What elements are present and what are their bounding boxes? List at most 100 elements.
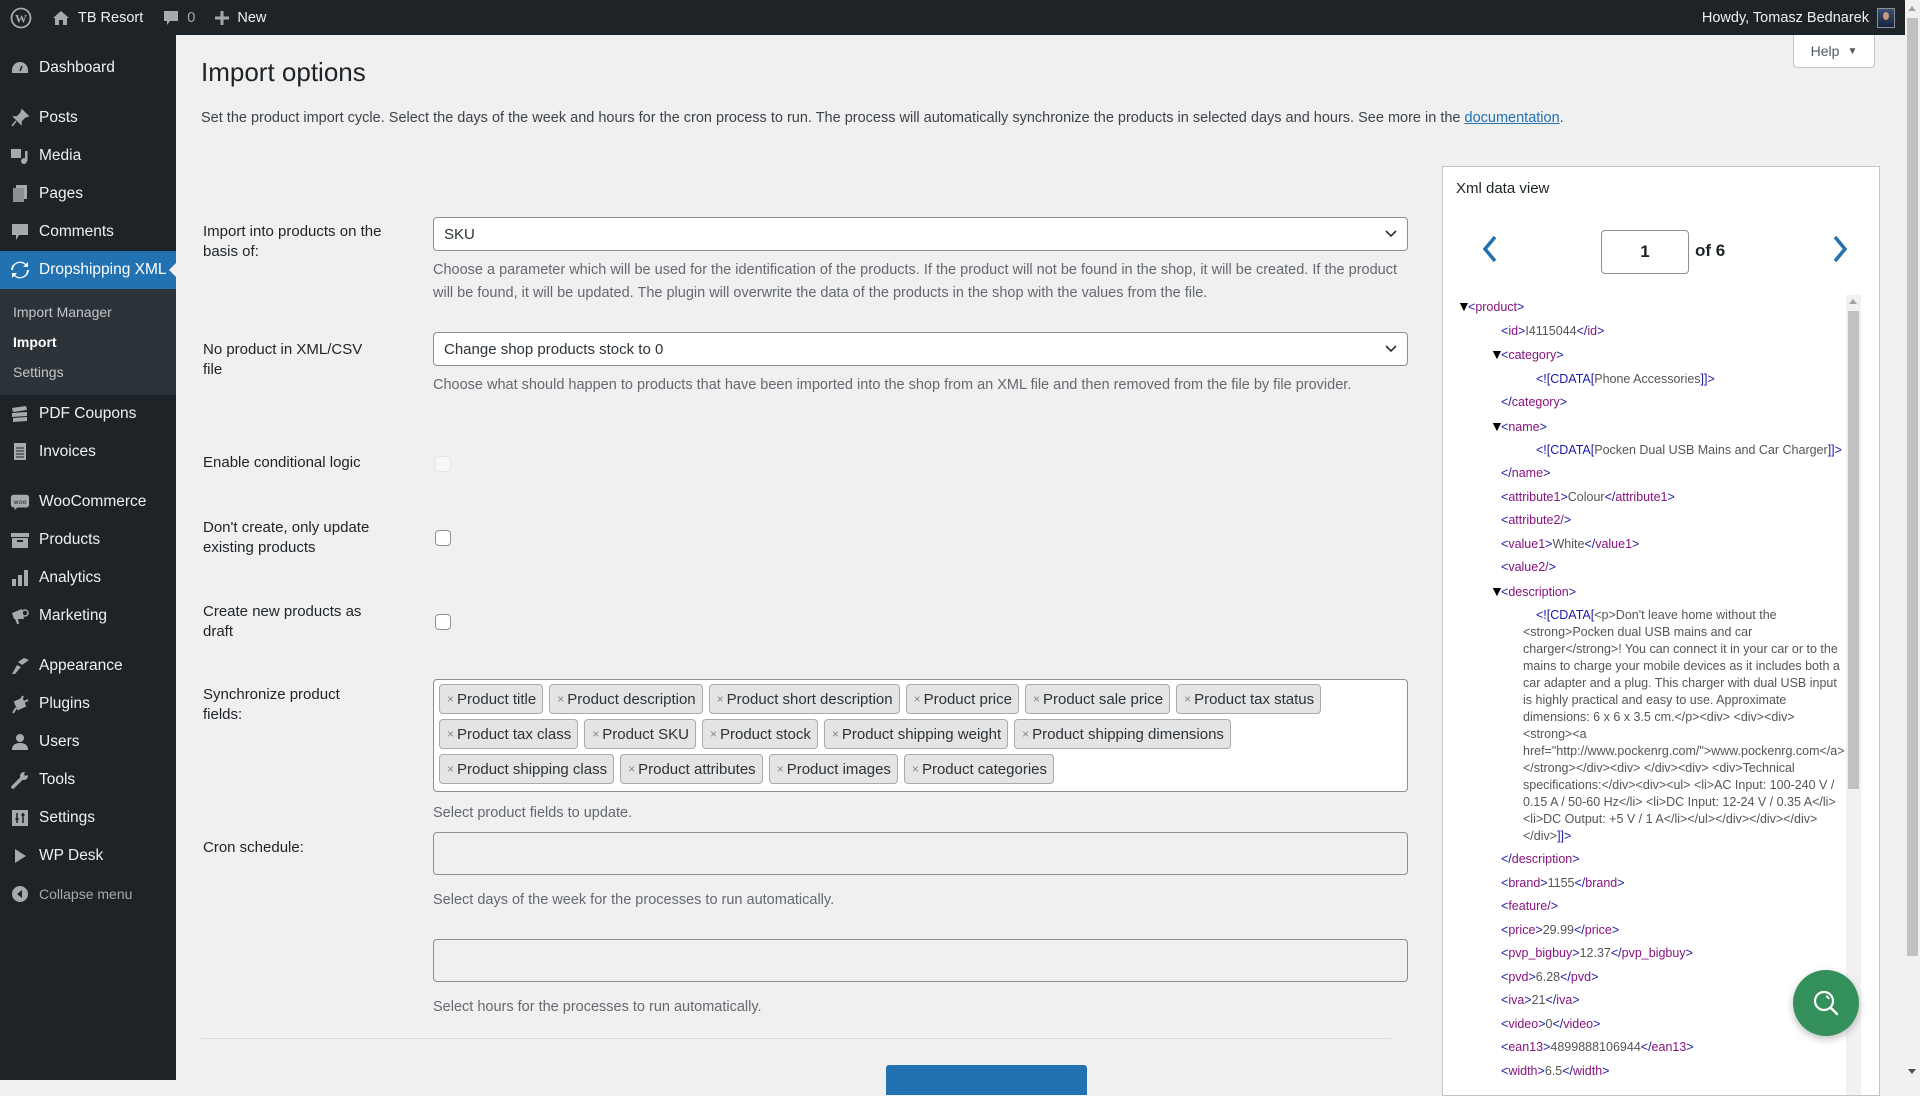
remove-tag-icon[interactable]: × bbox=[914, 692, 921, 706]
sidebar-item-woocommerce[interactable]: woo WooCommerce bbox=[0, 483, 176, 521]
selected-field-tag[interactable]: × Product attributes bbox=[620, 754, 763, 784]
selected-field-tag[interactable]: × Product shipping dimensions bbox=[1014, 719, 1231, 749]
no-product-description: Choose what should happen to products th… bbox=[433, 377, 1352, 393]
expand-triangle-icon[interactable]: ▼ bbox=[1490, 580, 1504, 604]
cron-hours-input[interactable] bbox=[433, 939, 1408, 982]
remove-tag-icon[interactable]: × bbox=[717, 692, 724, 706]
selected-field-tag[interactable]: × Product shipping weight bbox=[823, 719, 1009, 749]
sidebar-item-pages[interactable]: Pages bbox=[0, 175, 176, 213]
brush-icon bbox=[10, 656, 30, 676]
xml-node-brand: <brand>1155</brand> bbox=[1501, 875, 1625, 890]
sidebar-item-wp-desk[interactable]: WP Desk bbox=[0, 837, 176, 875]
sidebar-item-analytics[interactable]: Analytics bbox=[0, 559, 176, 597]
sidebar-item-appearance[interactable]: Appearance bbox=[0, 647, 176, 685]
remove-tag-icon[interactable]: × bbox=[710, 727, 717, 741]
comment-icon bbox=[163, 10, 179, 26]
only-update-checkbox[interactable] bbox=[435, 530, 451, 546]
submenu-import[interactable]: Import bbox=[0, 327, 176, 357]
selected-field-tag[interactable]: × Product stock bbox=[701, 719, 818, 749]
sync-fields-multiselect[interactable]: × Product title × Product description × Produ… bbox=[433, 679, 1408, 792]
xml-node-attribute1: <attribute1>Colour</attribute1> bbox=[1501, 489, 1675, 504]
remove-tag-icon[interactable]: × bbox=[777, 762, 784, 776]
new-content-link[interactable]: New bbox=[205, 0, 276, 35]
tag-label: Product images bbox=[786, 760, 891, 778]
caret-down-icon: ▼ bbox=[1847, 45, 1858, 57]
intro-text: Set the product import cycle. Select the… bbox=[201, 110, 1564, 126]
tag-label: Product short description bbox=[726, 690, 893, 708]
submenu-import-manager[interactable]: Import Manager bbox=[0, 297, 176, 327]
remove-tag-icon[interactable]: × bbox=[592, 727, 599, 741]
sidebar-item-invoices[interactable]: Invoices bbox=[0, 433, 176, 471]
basis-label: Import into products on the basis of: bbox=[203, 223, 382, 260]
selected-field-tag[interactable]: × Product tax class bbox=[439, 719, 579, 749]
conditional-logic-checkbox[interactable] bbox=[435, 456, 451, 472]
sidebar-item-users[interactable]: Users bbox=[0, 723, 176, 761]
remove-tag-icon[interactable]: × bbox=[1184, 692, 1191, 706]
sidebar-item-tools[interactable]: Tools bbox=[0, 761, 176, 799]
remove-tag-icon[interactable]: × bbox=[447, 762, 454, 776]
expand-triangle-icon[interactable]: ▼ bbox=[1490, 343, 1504, 367]
my-account-link[interactable]: Howdy, Tomasz Bednarek bbox=[1702, 7, 1905, 28]
selected-field-tag[interactable]: × Product description bbox=[549, 684, 703, 714]
sync-fields-label: Synchronize product fields: bbox=[203, 686, 340, 723]
next-record-button[interactable] bbox=[1828, 231, 1852, 267]
admin-sidebar: Dashboard Posts Media Pages Comments Dro… bbox=[0, 35, 176, 1080]
cron-days-input[interactable] bbox=[433, 832, 1408, 875]
selected-field-tag[interactable]: × Product shipping class bbox=[439, 754, 615, 784]
remove-tag-icon[interactable]: × bbox=[447, 727, 454, 741]
xml-scrollbar[interactable] bbox=[1846, 295, 1861, 1095]
remove-tag-icon[interactable]: × bbox=[557, 692, 564, 706]
bar-chart-icon bbox=[10, 568, 30, 588]
sidebar-item-media[interactable]: Media bbox=[0, 137, 176, 175]
divider bbox=[201, 1038, 1391, 1039]
selected-field-tag[interactable]: × Product short description bbox=[708, 684, 900, 714]
sidebar-item-marketing[interactable]: Marketing bbox=[0, 597, 176, 635]
help-button[interactable]: Help ▼ bbox=[1793, 35, 1875, 68]
sidebar-item-dashboard[interactable]: Dashboard bbox=[0, 49, 176, 87]
sidebar-item-posts[interactable]: Posts bbox=[0, 99, 176, 137]
save-button[interactable] bbox=[886, 1065, 1087, 1095]
admin-bar: W TB Resort 0 New Howdy, Tomasz Bednarek bbox=[0, 0, 1905, 35]
sidebar-item-plugins[interactable]: Plugins bbox=[0, 685, 176, 723]
sidebar-item-label: Posts bbox=[39, 109, 78, 126]
xml-node-price: <price>29.99</price> bbox=[1501, 922, 1620, 937]
selected-field-tag[interactable]: × Product price bbox=[905, 684, 1019, 714]
selected-field-tag[interactable]: × Product tax status bbox=[1176, 684, 1322, 714]
remove-tag-icon[interactable]: × bbox=[628, 762, 635, 776]
search-fab-button[interactable] bbox=[1793, 970, 1859, 1036]
selected-field-tag[interactable]: × Product categories bbox=[903, 754, 1055, 784]
selected-field-tag[interactable]: × Product SKU bbox=[584, 719, 696, 749]
remove-tag-icon[interactable]: × bbox=[832, 727, 839, 741]
sidebar-item-label: Comments bbox=[39, 223, 114, 240]
remove-tag-icon[interactable]: × bbox=[1022, 727, 1029, 741]
sidebar-item-pdf-coupons[interactable]: PDF Coupons bbox=[0, 395, 176, 433]
remove-tag-icon[interactable]: × bbox=[912, 762, 919, 776]
collapse-menu-button[interactable]: Collapse menu bbox=[0, 875, 176, 913]
documentation-link[interactable]: documentation bbox=[1465, 110, 1560, 126]
sidebar-item-label: Marketing bbox=[39, 607, 108, 624]
help-label: Help bbox=[1810, 43, 1840, 59]
expand-triangle-icon[interactable]: ▼ bbox=[1457, 295, 1471, 319]
wordpress-logo-button[interactable]: W bbox=[0, 0, 42, 35]
comments-link[interactable]: 0 bbox=[153, 0, 205, 35]
sidebar-item-dropshipping-xml[interactable]: Dropshipping XML bbox=[0, 251, 176, 289]
remove-tag-icon[interactable]: × bbox=[447, 692, 454, 706]
previous-record-button[interactable] bbox=[1478, 231, 1502, 267]
draft-checkbox[interactable] bbox=[435, 614, 451, 630]
sidebar-item-comments[interactable]: Comments bbox=[0, 213, 176, 251]
sidebar-item-products[interactable]: Products bbox=[0, 521, 176, 559]
expand-triangle-icon[interactable]: ▼ bbox=[1490, 415, 1504, 439]
site-name-link[interactable]: TB Resort bbox=[42, 0, 153, 35]
sidebar-item-settings[interactable]: Settings bbox=[0, 799, 176, 837]
no-product-select[interactable]: Change shop products stock to 0 bbox=[433, 332, 1408, 366]
selected-field-tag[interactable]: × Product title bbox=[439, 684, 544, 714]
selected-field-tag[interactable]: × Product sale price bbox=[1024, 684, 1171, 714]
basis-select[interactable]: SKU bbox=[433, 217, 1408, 251]
submenu-settings[interactable]: Settings bbox=[0, 357, 176, 387]
remove-tag-icon[interactable]: × bbox=[1033, 692, 1040, 706]
tag-label: Product sale price bbox=[1043, 690, 1164, 708]
page-scrollbar[interactable] bbox=[1905, 0, 1920, 1080]
record-number-input[interactable]: 1 bbox=[1601, 230, 1689, 274]
selected-field-tag[interactable]: × Product images bbox=[768, 754, 898, 784]
tag-label: Product shipping dimensions bbox=[1032, 725, 1224, 743]
